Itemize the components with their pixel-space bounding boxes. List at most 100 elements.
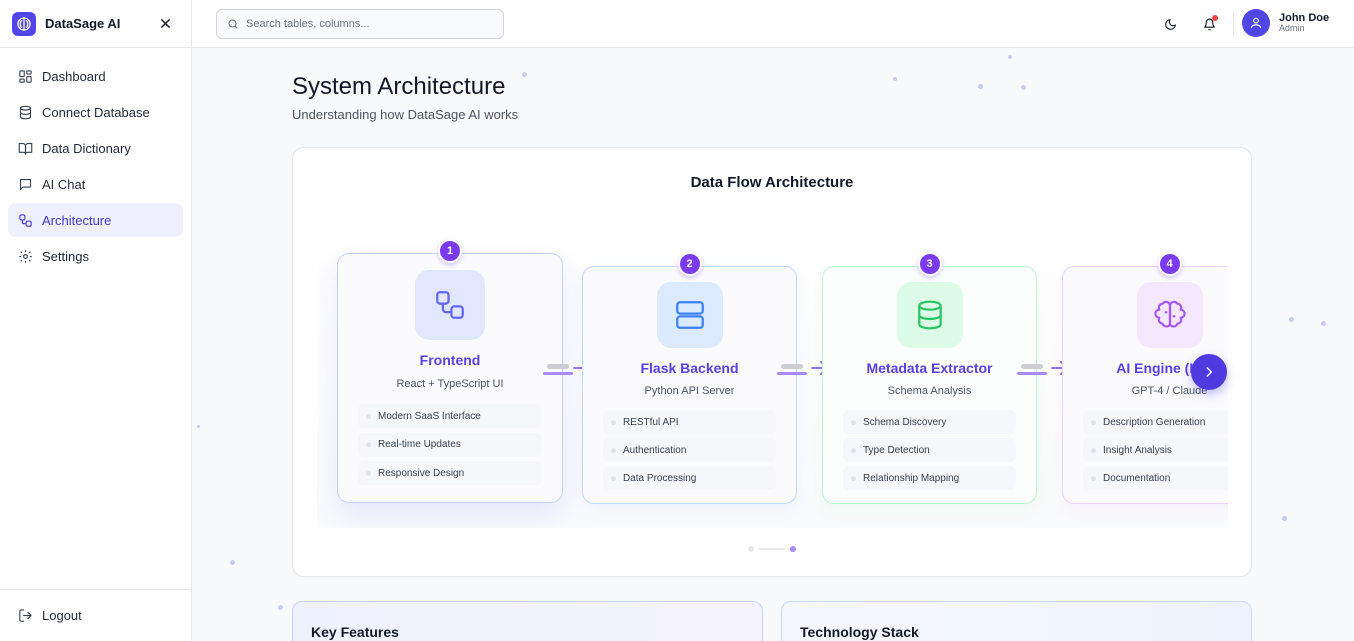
notification-dot	[1212, 15, 1218, 21]
search-input[interactable]	[246, 18, 486, 30]
feature-item: Modern SaaS Interface	[358, 404, 542, 428]
feature-item: Insight Analysis	[1083, 438, 1228, 462]
sidebar-item-architecture[interactable]: Architecture	[8, 203, 183, 237]
decor-dot	[1021, 85, 1026, 90]
feature-item: RESTful API	[603, 410, 776, 434]
decor-dot	[1289, 317, 1294, 322]
node-tech: Schema Analysis	[887, 385, 972, 397]
feature-item: Description Generation	[1083, 410, 1228, 434]
page-subtitle: Understanding how DataSage AI works	[292, 107, 519, 122]
decor-dot	[893, 77, 897, 81]
sidebar-item-label: Architecture	[42, 212, 112, 228]
brain-icon	[12, 11, 36, 36]
theme-toggle-button[interactable]	[1161, 15, 1179, 33]
sidebar-item-label: Data Dictionary	[42, 140, 131, 156]
step-badge: 3	[917, 252, 942, 276]
workflow-icon	[415, 270, 485, 340]
sidebar-item-label: AI Chat	[42, 176, 86, 192]
page-dot-1[interactable]	[748, 546, 754, 552]
user-role: Admin	[1279, 23, 1305, 34]
main-content: System Architecture Understanding how Da…	[192, 48, 1354, 641]
decor-dot	[978, 84, 983, 89]
feature-list: RESTful API Authentication Data Processi…	[603, 410, 776, 494]
decor-dot	[522, 72, 527, 77]
feature-item: Real-time Updates	[358, 432, 542, 457]
decor-dot	[230, 560, 235, 565]
chevron-right-icon	[1206, 367, 1213, 377]
flow-node-metadata-extractor[interactable]: 3 Metadata Extractor Schema Analysis Sch…	[822, 252, 1037, 504]
sidebar: DataSage AI Dashboard Connect Database D…	[0, 0, 192, 641]
database-icon	[896, 282, 963, 348]
grid-icon	[19, 69, 32, 83]
feature-item: Type Detection	[843, 438, 1016, 462]
feature-list: Schema Discovery Type Detection Relation…	[843, 410, 1016, 494]
feature-item: Documentation	[1083, 466, 1228, 490]
node-title: Flask Backend	[640, 360, 739, 376]
user-menu[interactable]: John Doe Admin	[1242, 9, 1329, 37]
feature-list: Modern SaaS Interface Real-time Updates …	[358, 404, 542, 490]
decor-dot	[1282, 516, 1287, 521]
feature-item: Data Processing	[603, 466, 776, 490]
sidebar-item-label: Settings	[42, 248, 89, 264]
sidebar-nav: Dashboard Connect Database Data Dictiona…	[0, 48, 191, 273]
sidebar-item-data-dictionary[interactable]: Data Dictionary	[8, 131, 183, 165]
sidebar-item-dashboard[interactable]: Dashboard	[8, 59, 183, 93]
gear-icon	[19, 249, 32, 263]
avatar	[1242, 9, 1270, 37]
feature-item: Schema Discovery	[843, 410, 1016, 434]
chat-icon	[19, 178, 32, 190]
decor-dot	[278, 605, 283, 610]
page-dot-2[interactable]	[790, 546, 796, 552]
node-title: Frontend	[419, 352, 481, 368]
search-box[interactable]	[216, 9, 504, 39]
workflow-icon	[19, 213, 32, 227]
key-features-title: Key Features	[311, 624, 399, 640]
node-title: Metadata Extractor	[866, 360, 993, 376]
technology-stack-card: Technology Stack	[781, 601, 1252, 641]
app-name: DataSage AI	[45, 16, 121, 31]
flow-node-frontend[interactable]: 1 Frontend React + TypeScript UI Modern …	[337, 239, 563, 503]
brand-header: DataSage AI	[0, 0, 191, 48]
key-features-card: Key Features	[292, 601, 763, 641]
search-icon	[228, 19, 238, 29]
decor-dot	[1008, 55, 1012, 59]
feature-item: Responsive Design	[358, 461, 542, 485]
sidebar-item-label: Connect Database	[42, 104, 150, 120]
technology-stack-title: Technology Stack	[800, 624, 919, 640]
data-flow-card: Data Flow Architecture 1 Frontend React …	[292, 147, 1252, 577]
logout-button[interactable]: Logout	[0, 589, 191, 641]
close-icon	[160, 19, 170, 28]
carousel-next-button[interactable]	[1191, 354, 1227, 390]
top-header: John Doe Admin	[192, 0, 1354, 48]
logout-label: Logout	[42, 608, 82, 623]
close-sidebar-button[interactable]	[157, 16, 173, 32]
logout-icon	[19, 609, 32, 622]
brain-icon	[1136, 282, 1203, 348]
sidebar-item-ai-chat[interactable]: AI Chat	[8, 167, 183, 201]
flow-node-flask-backend[interactable]: 2 Flask Backend Python API Server RESTfu…	[582, 252, 797, 504]
header-divider	[1233, 10, 1234, 38]
database-icon	[19, 105, 32, 119]
moon-icon	[1164, 18, 1176, 30]
page-title: System Architecture	[292, 73, 506, 100]
step-badge: 2	[677, 252, 702, 276]
sidebar-item-settings[interactable]: Settings	[8, 239, 183, 273]
node-tech: Python API Server	[644, 385, 735, 397]
book-icon	[18, 142, 33, 155]
feature-list: Description Generation Insight Analysis …	[1083, 410, 1228, 494]
carousel-pagination	[748, 546, 796, 552]
node-tech: React + TypeScript UI	[396, 378, 504, 390]
user-icon	[1250, 17, 1262, 29]
decor-dot	[1321, 321, 1326, 326]
server-icon	[656, 282, 723, 348]
notifications-button[interactable]	[1200, 15, 1218, 33]
flow-connector	[777, 354, 828, 384]
sidebar-item-connect-database[interactable]: Connect Database	[8, 95, 183, 129]
step-badge: 4	[1157, 252, 1182, 276]
feature-item: Authentication	[603, 438, 776, 462]
flow-connector	[1017, 354, 1068, 384]
architecture-carousel[interactable]: 1 Frontend React + TypeScript UI Modern …	[317, 226, 1228, 528]
sidebar-item-label: Dashboard	[42, 68, 106, 84]
feature-item: Relationship Mapping	[843, 466, 1016, 490]
decor-dot	[197, 425, 200, 428]
